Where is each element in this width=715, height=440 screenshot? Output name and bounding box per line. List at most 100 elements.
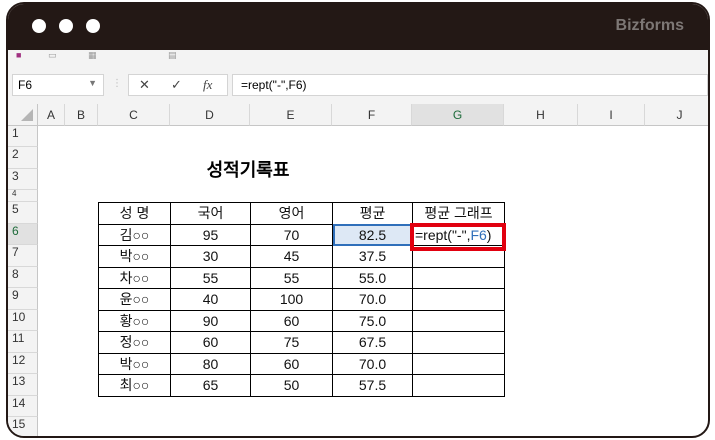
- row-header[interactable]: 6: [8, 223, 38, 245]
- column-header-c[interactable]: C: [98, 104, 170, 126]
- name-cell[interactable]: 차○○: [98, 266, 171, 289]
- header-cell[interactable]: 평균: [332, 202, 413, 225]
- row-header[interactable]: 1: [8, 126, 38, 147]
- name-box-value: F6: [18, 78, 33, 92]
- row-header[interactable]: 5: [8, 202, 38, 224]
- row-header[interactable]: 4: [8, 190, 38, 202]
- sheet-title: 성적기록표: [206, 160, 290, 180]
- english-cell[interactable]: 60: [250, 309, 333, 332]
- title-bar: Bizforms: [8, 4, 708, 50]
- row-header[interactable]: 10: [8, 309, 38, 331]
- average-cell[interactable]: 67.5: [332, 331, 413, 354]
- window-dot-icon[interactable]: [59, 19, 73, 33]
- spreadsheet-grid[interactable]: A B C D E F G H I J 1 2 3 4 5 6 7 8 9 10…: [8, 104, 708, 436]
- english-cell[interactable]: 45: [250, 245, 333, 268]
- english-cell[interactable]: 50: [250, 374, 333, 397]
- graph-cell[interactable]: [412, 352, 505, 375]
- row-header[interactable]: 3: [8, 169, 38, 190]
- name-box[interactable]: F6 ▼: [12, 74, 104, 96]
- name-cell[interactable]: 최○○: [98, 374, 171, 397]
- average-cell[interactable]: 70.0: [332, 352, 413, 375]
- row-header[interactable]: 11: [8, 331, 38, 353]
- brand-logo: Bizforms: [615, 17, 684, 34]
- table-row: 윤○○ 40 100 70.0: [98, 288, 505, 311]
- row-header[interactable]: 9: [8, 288, 38, 310]
- korean-cell[interactable]: 55: [170, 266, 251, 289]
- app-window: Bizforms ■ ▭ ▦ ▤ F6 ▼ ⋮ ✕ ✓ fx =rept("-",…: [6, 2, 710, 438]
- table-row: 차○○ 55 55 55.0: [98, 266, 505, 289]
- name-cell[interactable]: 박○○: [98, 352, 171, 375]
- korean-cell[interactable]: 60: [170, 331, 251, 354]
- average-cell[interactable]: 55.0: [332, 266, 413, 289]
- save-icon[interactable]: ■: [16, 50, 21, 60]
- highlight-box: [410, 223, 506, 251]
- name-cell[interactable]: 정○○: [98, 331, 171, 354]
- row-header[interactable]: 2: [8, 147, 38, 169]
- chevron-down-icon[interactable]: ▼: [88, 78, 97, 88]
- check-icon[interactable]: ✓: [171, 77, 182, 93]
- column-header-b[interactable]: B: [65, 104, 98, 126]
- table-row: 박○○ 80 60 70.0: [98, 352, 505, 375]
- korean-cell[interactable]: 30: [170, 245, 251, 268]
- header-cell[interactable]: 영어: [250, 202, 333, 225]
- name-cell[interactable]: 김○○: [98, 223, 171, 246]
- table-header-row: 성 명 국어 영어 평균 평균 그래프: [98, 202, 505, 225]
- average-cell[interactable]: 37.5: [332, 245, 413, 268]
- row-header[interactable]: 13: [8, 374, 38, 396]
- quick-access-toolbar: ■ ▭ ▦ ▤: [8, 50, 708, 64]
- table-row: 최○○ 65 50 57.5: [98, 374, 505, 397]
- column-header-g[interactable]: G: [412, 104, 504, 126]
- toolbar-icon[interactable]: ▭: [48, 50, 57, 61]
- column-header-i[interactable]: I: [578, 104, 645, 126]
- korean-cell[interactable]: 40: [170, 288, 251, 311]
- korean-cell[interactable]: 80: [170, 352, 251, 375]
- separator-icon: ⋮: [112, 78, 122, 89]
- column-header-a[interactable]: A: [38, 104, 65, 126]
- formula-input[interactable]: =rept("-",F6): [232, 74, 708, 96]
- column-header-d[interactable]: D: [170, 104, 250, 126]
- row-header[interactable]: 8: [8, 266, 38, 288]
- toolbar-icon[interactable]: ▦: [88, 50, 97, 61]
- average-cell[interactable]: 70.0: [332, 288, 413, 311]
- column-header-f[interactable]: F: [332, 104, 412, 126]
- formula-bar: F6 ▼ ⋮ ✕ ✓ fx =rept("-",F6): [8, 64, 708, 104]
- korean-cell[interactable]: 65: [170, 374, 251, 397]
- select-all-button[interactable]: [8, 104, 38, 126]
- row-header[interactable]: 14: [8, 395, 38, 417]
- cancel-icon[interactable]: ✕: [139, 77, 150, 93]
- english-cell[interactable]: 100: [250, 288, 333, 311]
- graph-cell[interactable]: [412, 374, 505, 397]
- fx-icon[interactable]: fx: [203, 77, 212, 93]
- graph-cell[interactable]: [412, 288, 505, 311]
- row-header[interactable]: 12: [8, 352, 38, 374]
- header-cell[interactable]: 국어: [170, 202, 251, 225]
- graph-cell[interactable]: [412, 309, 505, 332]
- window-dot-icon[interactable]: [32, 19, 46, 33]
- window-dot-icon[interactable]: [86, 19, 100, 33]
- formula-buttons: ✕ ✓ fx: [128, 74, 228, 96]
- average-cell[interactable]: 57.5: [332, 374, 413, 397]
- row-header[interactable]: 7: [8, 245, 38, 267]
- header-cell[interactable]: 평균 그래프: [412, 202, 505, 225]
- name-cell[interactable]: 박○○: [98, 245, 171, 268]
- table-row: 황○○ 90 60 75.0: [98, 309, 505, 332]
- graph-cell[interactable]: [412, 331, 505, 354]
- average-cell[interactable]: 75.0: [332, 309, 413, 332]
- korean-cell[interactable]: 90: [170, 309, 251, 332]
- english-cell[interactable]: 75: [250, 331, 333, 354]
- average-cell-selected[interactable]: 82.5: [332, 223, 413, 246]
- row-header[interactable]: 15: [8, 417, 38, 436]
- english-cell[interactable]: 55: [250, 266, 333, 289]
- table-row: 정○○ 60 75 67.5: [98, 331, 505, 354]
- korean-cell[interactable]: 95: [170, 223, 251, 246]
- column-header-h[interactable]: H: [504, 104, 578, 126]
- header-cell[interactable]: 성 명: [98, 202, 171, 225]
- english-cell[interactable]: 70: [250, 223, 333, 246]
- name-cell[interactable]: 윤○○: [98, 288, 171, 311]
- toolbar-icon[interactable]: ▤: [168, 50, 177, 61]
- english-cell[interactable]: 60: [250, 352, 333, 375]
- graph-cell[interactable]: [412, 266, 505, 289]
- column-header-j[interactable]: J: [645, 104, 708, 126]
- column-header-e[interactable]: E: [250, 104, 332, 126]
- name-cell[interactable]: 황○○: [98, 309, 171, 332]
